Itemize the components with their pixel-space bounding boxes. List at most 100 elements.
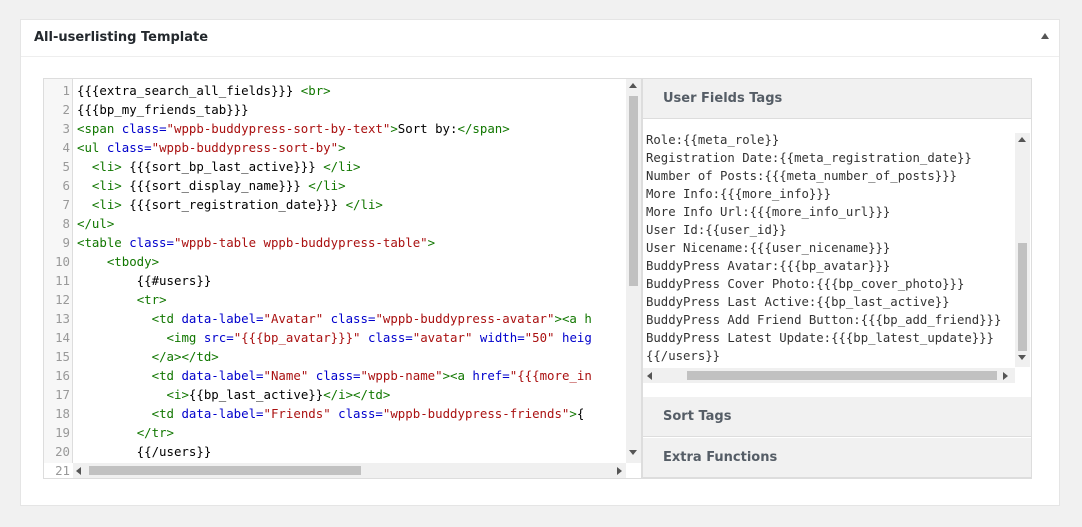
line-number: 17 (55, 387, 70, 402)
tag-item: Registration Date:{{meta_registration_da… (646, 151, 972, 165)
metabox-title: All-userlisting Template (34, 30, 209, 45)
tags-accordion: User Fields Tags Role:{{meta_role}} Regis… (642, 78, 1032, 479)
scroll-left-icon[interactable] (647, 372, 652, 380)
code-line[interactable]: 17 <i>{{bp_last_active}}</i></td> (44, 385, 626, 404)
tags-horizontal-scroll-thumb[interactable] (687, 371, 997, 380)
code-line[interactable]: 15 </a></td> (44, 347, 626, 366)
scroll-down-icon[interactable] (629, 450, 637, 455)
editor-horizontal-scroll-thumb[interactable] (89, 466, 361, 475)
line-number: 15 (55, 349, 70, 364)
tag-item: Number of Posts:{{{meta_number_of_posts}… (646, 169, 957, 183)
scroll-right-icon[interactable] (1003, 372, 1008, 380)
scroll-right-icon[interactable] (617, 467, 622, 475)
code-line[interactable]: 11 {{#users}} (44, 271, 626, 290)
tags-vertical-scrollbar[interactable] (1015, 133, 1030, 367)
accordion-title: User Fields Tags (663, 91, 783, 106)
code-line[interactable]: 6 <li> {{{sort_display_name}}} </li> (44, 176, 626, 195)
accordion-title: Sort Tags (663, 409, 732, 424)
code-text: </tr> (136, 425, 174, 440)
editor-vertical-scrollbar[interactable] (626, 79, 641, 463)
metabox-header[interactable]: All-userlisting Template (21, 20, 1059, 57)
line-number: 7 (62, 197, 70, 212)
accordion-sort-tags[interactable]: Sort Tags (643, 397, 1031, 437)
line-number: 18 (55, 406, 70, 421)
code-line[interactable]: 16 <td data-label="Name" class="wppb-nam… (44, 366, 626, 385)
line-number: 13 (55, 311, 70, 326)
line-number: 4 (62, 140, 70, 155)
tag-item: BuddyPress Add Friend Button:{{{bp_add_f… (646, 313, 1002, 327)
code-text: <img src="{{{bp_avatar}}}" class="avatar… (166, 330, 592, 345)
accordion-extra-functions[interactable]: Extra Functions (643, 438, 1031, 478)
tag-item: {{/users}} (646, 349, 721, 363)
line-number: 5 (62, 159, 70, 174)
code-text: {{{bp_my_friends_tab}}} (77, 102, 249, 117)
code-line[interactable]: 12 <tr> (44, 290, 626, 309)
code-text: </a></td> (151, 349, 219, 364)
accordion-user-fields-tags[interactable]: User Fields Tags (643, 79, 1031, 119)
code-line[interactable]: 8 </ul> (44, 214, 626, 233)
user-fields-tags-list: Role:{{meta_role}} Registration Date:{{me… (643, 121, 1031, 387)
line-number: 6 (62, 178, 70, 193)
line-number: 3 (62, 121, 70, 136)
line-number: 20 (55, 444, 70, 459)
code-line[interactable]: 5 <li> {{{sort_bp_last_active}}} </li> (44, 157, 626, 176)
code-line[interactable]: 7 <li> {{{sort_registration_date}}} </li… (44, 195, 626, 214)
code-line[interactable]: 13 <td data-label="Avatar" class="wppb-b… (44, 309, 626, 328)
code-text: <i>{{bp_last_active}}</i></td> (166, 387, 391, 402)
code-line[interactable]: 10 <tbody> (44, 252, 626, 271)
code-text: <ul class="wppb-buddypress-sort-by"> (77, 140, 346, 155)
line-number: 9 (62, 235, 70, 250)
scroll-down-icon[interactable] (1018, 355, 1026, 360)
code-text: <li> {{{sort_display_name}}} </li> (91, 178, 346, 193)
tag-item: BuddyPress Avatar:{{{bp_avatar}}} (646, 259, 891, 273)
code-text: {{#users}} (77, 273, 212, 288)
tags-horizontal-scrollbar[interactable] (643, 368, 1015, 383)
code-text: <td data-label="Name" class="wppb-name">… (151, 368, 592, 383)
code-line[interactable]: 19 </tr> (44, 423, 626, 442)
scroll-left-icon[interactable] (76, 467, 81, 475)
tag-item: User Nicename:{{{user_nicename}}} (646, 241, 891, 255)
line-number: 2 (62, 102, 70, 117)
tag-item: BuddyPress Cover Photo:{{{bp_cover_photo… (646, 277, 965, 291)
tag-item: User Id:{{user_id}} (646, 223, 787, 237)
editor-horizontal-scrollbar[interactable] (73, 463, 626, 478)
scroll-up-icon[interactable] (1018, 137, 1026, 142)
code-text: <li> {{{sort_bp_last_active}}} </li> (91, 159, 361, 174)
code-line[interactable]: 14 <img src="{{{bp_avatar}}}" class="ava… (44, 328, 626, 347)
code-text: {{{extra_search_all_fields}}} <br> (77, 83, 331, 98)
line-number: 14 (55, 330, 70, 345)
code-text: <li> {{{sort_registration_date}}} </li> (91, 197, 383, 212)
tag-item: Role:{{meta_role}} (646, 133, 780, 147)
code-text: <td data-label="Avatar" class="wppb-budd… (151, 311, 592, 326)
code-line[interactable]: 9 <table class="wppb-table wppb-buddypres… (44, 233, 626, 252)
userlisting-template-metabox: All-userlisting Template 1 {{{extra_searc… (20, 19, 1060, 506)
code-text: <td data-label="Friends" class="wppb-bud… (151, 406, 585, 421)
code-line[interactable]: 20 {{/users}} (44, 442, 626, 461)
line-number: 11 (55, 273, 70, 288)
code-text: <table class="wppb-table wppb-buddypress… (77, 235, 436, 250)
code-editor[interactable]: 1 {{{extra_search_all_fields}}} <br> 2 {{{b… (43, 78, 642, 479)
line-number: 21 (55, 463, 70, 478)
code-line[interactable]: 18 <td data-label="Friends" class="wppb-… (44, 404, 626, 423)
code-text: </ul> (77, 216, 115, 231)
line-number: 16 (55, 368, 70, 383)
tag-item: More Info Url:{{{more_info_url}}} (646, 205, 891, 219)
tag-item: More Info:{{{more_info}}} (646, 187, 832, 201)
editor-vertical-scroll-thumb[interactable] (629, 96, 638, 286)
code-text: <tr> (136, 292, 167, 307)
code-line[interactable]: 4 <ul class="wppb-buddypress-sort-by"> (44, 138, 626, 157)
code-line[interactable]: 1 {{{extra_search_all_fields}}} <br> (44, 81, 626, 100)
code-text: <tbody> (106, 254, 160, 269)
code-text: <span class="wppb-buddypress-sort-by-tex… (77, 121, 510, 136)
tag-item: BuddyPress Latest Update:{{{bp_latest_up… (646, 331, 994, 345)
line-number: 8 (62, 216, 70, 231)
code-line[interactable]: 3 <span class="wppb-buddypress-sort-by-te… (44, 119, 626, 138)
tag-item: BuddyPress Last Active:{{bp_last_active}… (646, 295, 950, 309)
scroll-up-icon[interactable] (629, 83, 637, 88)
line-number: 10 (55, 254, 70, 269)
line-number: 12 (55, 292, 70, 307)
triangle-up-icon[interactable] (1041, 33, 1049, 39)
tags-vertical-scroll-thumb[interactable] (1018, 243, 1027, 351)
code-line[interactable]: 2 {{{bp_my_friends_tab}}} (44, 100, 626, 119)
accordion-title: Extra Functions (663, 450, 778, 465)
